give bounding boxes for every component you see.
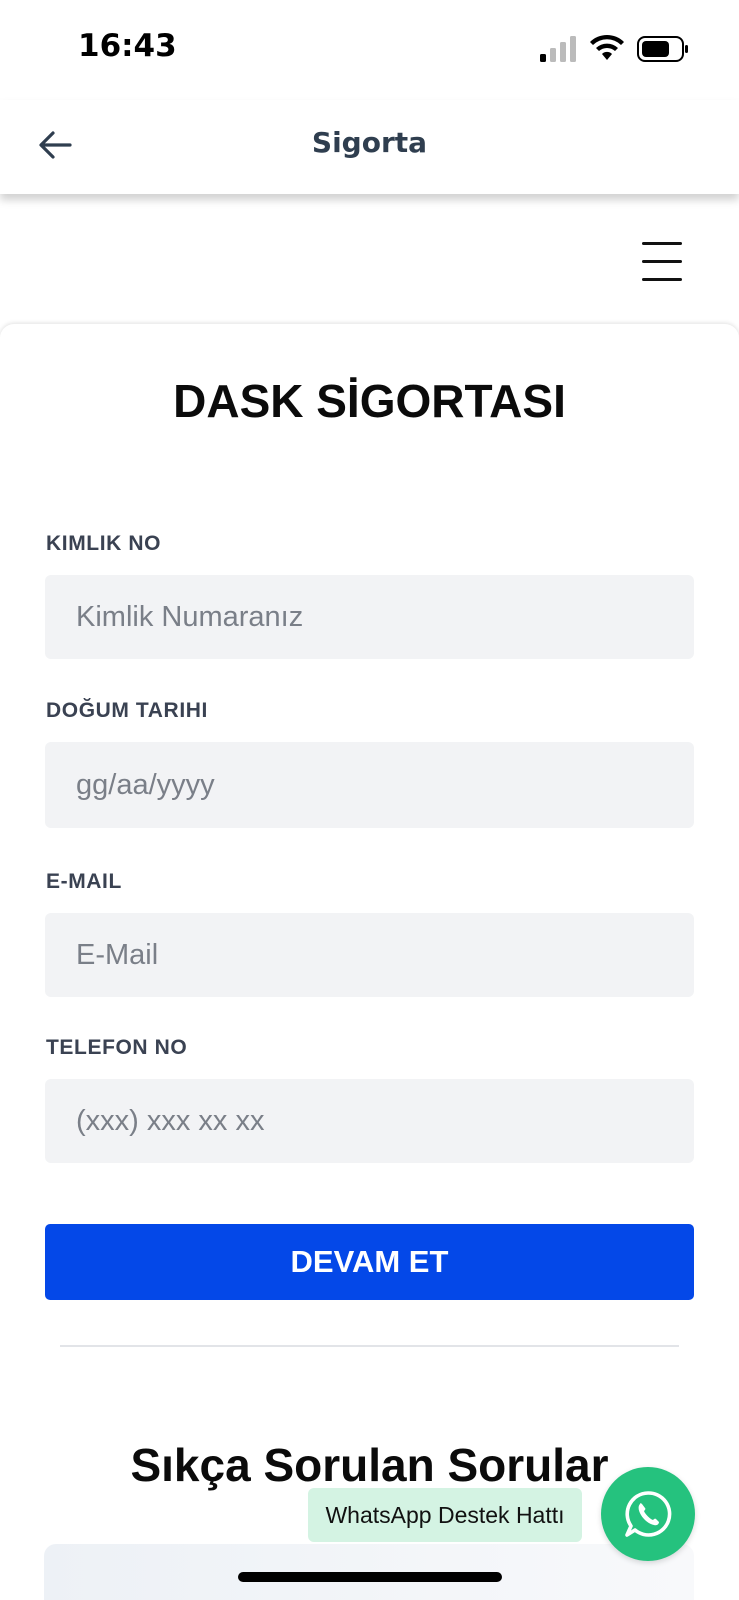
signal-icon — [540, 36, 576, 62]
home-indicator — [238, 1572, 502, 1582]
status-bar: 16:43 — [0, 0, 739, 100]
hamburger-menu-icon[interactable] — [636, 240, 688, 284]
site-nav — [0, 194, 739, 324]
form-card: DASK SİGORTASI KIMLIK NO DOĞUM TARIHI E-… — [0, 324, 739, 1600]
divider — [60, 1345, 679, 1347]
page-title: Sigorta — [311, 126, 428, 159]
kimlik-label: KIMLIK NO — [46, 532, 162, 555]
status-time: 16:43 — [78, 28, 177, 64]
email-input[interactable] — [45, 913, 694, 997]
battery-icon — [637, 36, 688, 62]
wifi-icon — [590, 34, 624, 60]
dogum-tarihi-label: DOĞUM TARIHI — [46, 699, 208, 722]
whatsapp-button[interactable] — [601, 1467, 695, 1561]
devam-et-button[interactable]: DEVAM ET — [45, 1224, 694, 1300]
whatsapp-support-label[interactable]: WhatsApp Destek Hattı — [308, 1488, 582, 1542]
dogum-tarihi-input[interactable] — [45, 742, 694, 828]
form-title: DASK SİGORTASI — [173, 375, 566, 427]
telefon-label: TELEFON NO — [46, 1036, 188, 1059]
email-label: E-MAIL — [46, 870, 122, 893]
whatsapp-icon — [625, 1491, 672, 1537]
app-header: Sigorta — [0, 100, 739, 194]
telefon-input[interactable] — [45, 1079, 694, 1163]
kimlik-input[interactable] — [45, 575, 694, 659]
